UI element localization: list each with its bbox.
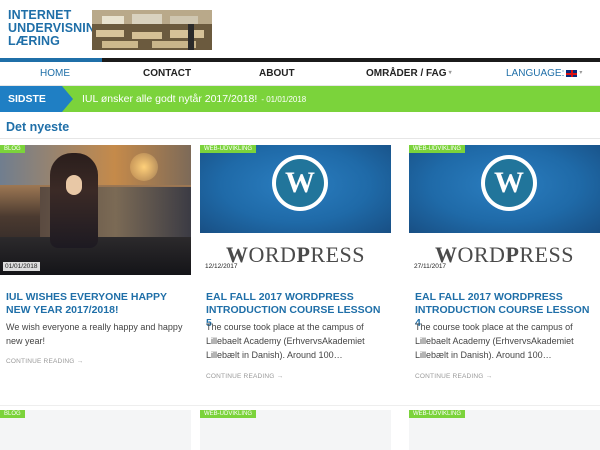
category-badge[interactable]: WEB-UDVIKLING (200, 145, 257, 153)
post-card: W WORDPRESS WEB-UDVIKLING 27/11/2017 EAL… (409, 145, 600, 407)
classroom-header-image (92, 10, 212, 50)
section-divider (0, 138, 600, 139)
post-date: 12/12/2017 (205, 263, 238, 270)
post-excerpt: The course took place at the campus of L… (415, 322, 574, 360)
ticker-date: - 01/01/2018 (261, 95, 307, 104)
category-badge[interactable]: BLOG (0, 145, 25, 153)
site-header: INTERNET UNDERVISNING LÆRING (0, 0, 600, 58)
wordpress-image: W WORDPRESS (200, 145, 391, 275)
continue-reading-link[interactable]: CONTINUE READING → (6, 358, 83, 365)
ticker-label: SIDSTE NYT (0, 86, 62, 131)
post-card-partial[interactable]: BLOG (0, 410, 191, 450)
row-divider (0, 405, 600, 406)
post-thumbnail[interactable]: W WORDPRESS WEB-UDVIKLING 12/12/2017 (200, 145, 391, 275)
nav-home[interactable]: HOME (40, 68, 70, 79)
category-badge[interactable]: WEB-UDVIKLING (409, 145, 466, 153)
post-excerpt: We wish everyone a really happy and happ… (6, 322, 183, 346)
nav-areas-label: OMRÅDER / FAG (366, 68, 447, 79)
anime-new-year-image (0, 145, 191, 275)
wordpress-logo-icon: W (481, 155, 537, 211)
post-card-partial[interactable]: WEB-UDVIKLING (200, 410, 391, 450)
category-badge[interactable]: BLOG (0, 410, 25, 418)
logo-line-3: LÆRING (8, 34, 60, 48)
nav-contact[interactable]: CONTACT (143, 68, 191, 79)
main-navigation: HOME CONTACT ABOUT OMRÅDER / FAG ▾ LANGUA… (0, 62, 600, 86)
post-card: BLOG 01/01/2018 IUL WISHES EVERYONE HAPP… (0, 145, 191, 407)
ticker-headline[interactable]: IUL ønsker alle godt nytår 2017/2018! - 0… (82, 93, 306, 105)
site-logo[interactable]: INTERNET UNDERVISNING LÆRING (8, 9, 105, 48)
uk-flag-icon (566, 70, 578, 77)
post-card-partial[interactable]: WEB-UDVIKLING (409, 410, 600, 450)
chevron-down-icon: ▾ (579, 70, 583, 76)
ticker-arrow-icon (62, 86, 73, 112)
wordpress-image: W WORDPRESS (409, 145, 600, 275)
section-title: Det nyeste (6, 120, 70, 134)
post-date: 01/01/2018 (3, 262, 40, 271)
nav-areas-subjects[interactable]: OMRÅDER / FAG ▾ (366, 68, 452, 79)
category-badge[interactable]: WEB-UDVIKLING (409, 410, 466, 418)
continue-reading-link[interactable]: CONTINUE READING → (415, 373, 492, 380)
post-thumbnail[interactable]: BLOG 01/01/2018 (0, 145, 191, 275)
post-card: W WORDPRESS WEB-UDVIKLING 12/12/2017 EAL… (200, 145, 391, 407)
post-title[interactable]: IUL WISHES EVERYONE HAPPY NEW YEAR 2017/… (6, 291, 188, 317)
nav-language[interactable]: LANGUAGE: ▾ (506, 68, 582, 79)
post-date: 27/11/2017 (414, 263, 447, 270)
news-ticker: SIDSTE NYT IUL ønsker alle godt nytår 20… (0, 86, 600, 131)
ticker-headline-text: IUL ønsker alle godt nytår 2017/2018! (82, 93, 258, 105)
post-thumbnail[interactable]: W WORDPRESS WEB-UDVIKLING 27/11/2017 (409, 145, 600, 275)
nav-language-label: LANGUAGE: (506, 68, 565, 79)
continue-reading-link[interactable]: CONTINUE READING → (206, 373, 283, 380)
wordpress-logo-icon: W (272, 155, 328, 211)
nav-about[interactable]: ABOUT (259, 68, 295, 79)
chevron-down-icon: ▾ (448, 70, 452, 76)
post-excerpt: The course took place at the campus of L… (206, 322, 365, 360)
category-badge[interactable]: WEB-UDVIKLING (200, 410, 257, 418)
